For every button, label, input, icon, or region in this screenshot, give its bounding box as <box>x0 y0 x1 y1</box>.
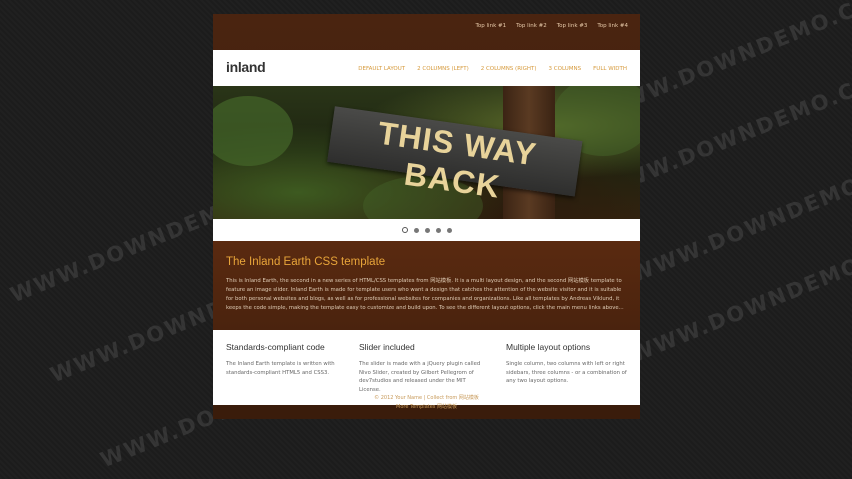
intro-text: This is Inland Earth, the second in a ne… <box>226 278 624 311</box>
image-slider[interactable]: THIS WAY BACK <box>213 86 640 219</box>
slider-dot-1[interactable] <box>401 227 408 233</box>
slider-dot-2[interactable] <box>413 227 419 233</box>
nav-2-columns-left[interactable]: 2 columns (left) <box>417 66 469 72</box>
top-links: Top link #1 Top link #2 Top link #3 Top … <box>476 23 629 29</box>
feature-title: Standards-compliant code <box>226 342 325 352</box>
nav-default-layout[interactable]: Default layout <box>358 66 405 72</box>
intro-title: The Inland Earth CSS template <box>226 256 386 268</box>
foliage <box>213 96 293 166</box>
slider-dot-5[interactable] <box>446 227 452 233</box>
header: inland Default layout 2 columns (left) 2… <box>213 50 640 86</box>
top-link-1[interactable]: Top link #1 <box>476 23 507 29</box>
feature-column: Multiple layout options Single column, t… <box>506 342 631 386</box>
feature-title: Multiple layout options <box>506 342 591 352</box>
top-link-4[interactable]: Top link #4 <box>597 23 628 29</box>
template-page: Top link #1 Top link #2 Top link #3 Top … <box>213 14 640 419</box>
feature-column: Standards-compliant code The Inland Eart… <box>226 342 351 377</box>
main-nav: Default layout 2 columns (left) 2 column… <box>358 66 627 72</box>
intro-section: The Inland Earth CSS template This is In… <box>213 241 640 330</box>
top-link-2[interactable]: Top link #2 <box>516 23 547 29</box>
footer-more-templates[interactable]: More Templates 网站模板 <box>213 403 640 412</box>
slider-pagination <box>213 219 640 241</box>
footer: © 2012 Your Name | Collect from 网站模板 Mor… <box>213 394 640 412</box>
top-link-3[interactable]: Top link #3 <box>557 23 588 29</box>
watermark: WWW.DOWNDEMO.COM <box>627 226 852 368</box>
feature-column: Slider included The slider is made with … <box>359 342 484 394</box>
feature-text: The Inland Earth template is written wit… <box>226 361 335 376</box>
feature-title: Slider included <box>359 342 415 352</box>
feature-text: Single column, two columns with left or … <box>506 361 627 384</box>
feature-text: The slider is made with a jQuery plugin … <box>359 361 481 393</box>
nav-full-width[interactable]: Full width <box>593 66 627 72</box>
site-logo[interactable]: inland <box>226 59 266 75</box>
slider-dot-4[interactable] <box>435 227 441 233</box>
slider-dot-3[interactable] <box>424 227 430 233</box>
footer-copyright: © 2012 Your Name | Collect from 网站模板 <box>374 395 479 401</box>
nav-3-columns[interactable]: 3 columns <box>549 66 582 72</box>
nav-2-columns-right[interactable]: 2 columns (right) <box>481 66 537 72</box>
